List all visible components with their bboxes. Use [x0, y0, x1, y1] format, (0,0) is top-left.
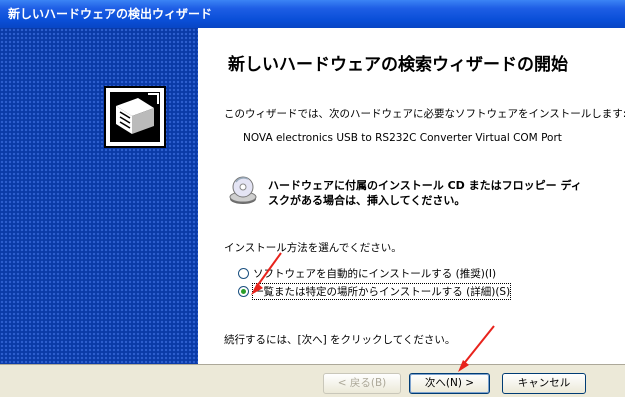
- auto-install-label: ソフトウェアを自動的にインストールする (推奨)(I): [253, 268, 497, 280]
- page-title: 新しいハードウェアの検索ウィザードの開始: [228, 55, 568, 75]
- auto-install-radio[interactable]: [238, 268, 249, 279]
- manual-install-option[interactable]: 一覧または特定の場所からインストールする (詳細)(S): [238, 283, 512, 300]
- wizard-window: 新しいハードウェアの検出ウィザード 新しいハードウェアの検索ウィザードの開始 こ…: [0, 0, 625, 397]
- cancel-button[interactable]: キャンセル: [502, 373, 586, 394]
- title-bar: 新しいハードウェアの検出ウィザード: [0, 0, 625, 28]
- wizard-content: 新しいハードウェアの検索ウィザードの開始 このウィザードでは、次のハードウェアに…: [198, 28, 625, 364]
- manual-install-label: 一覧または特定の場所からインストールする (詳細)(S): [251, 283, 512, 300]
- next-button[interactable]: 次へ(N) >: [409, 373, 490, 394]
- wizard-side-panel: [0, 28, 198, 364]
- cd-drive-icon: [229, 176, 257, 204]
- cd-prompt-text: ハードウェアに付属のインストール CD またはフロッピー ディスクがある場合は、…: [268, 179, 582, 207]
- continue-instructions: 続行するには、[次へ] をクリックしてください。: [224, 334, 456, 346]
- device-name: NOVA electronics USB to RS232C Converter…: [243, 132, 562, 144]
- intro-text: このウィザードでは、次のハードウェアに必要なソフトウェアをインストールします:: [224, 108, 625, 120]
- back-button[interactable]: < 戻る(B): [323, 373, 401, 394]
- manual-install-radio[interactable]: [238, 286, 249, 297]
- auto-install-option[interactable]: ソフトウェアを自動的にインストールする (推奨)(I): [238, 266, 496, 281]
- window-title: 新しいハードウェアの検出ウィザード: [8, 7, 213, 21]
- install-method-label: インストール方法を選んでください。: [224, 242, 402, 254]
- hardware-wizard-icon: [104, 86, 166, 148]
- button-bar: < 戻る(B) 次へ(N) > キャンセル: [0, 364, 625, 397]
